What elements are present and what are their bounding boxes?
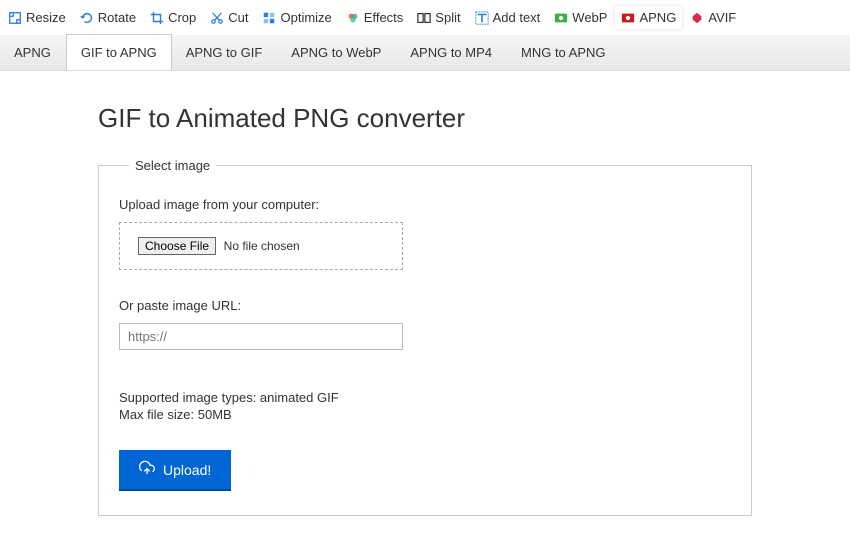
toolbar-crop[interactable]: Crop [144,6,202,29]
crop-icon [150,11,164,25]
toolbar-resize[interactable]: Resize [2,6,72,29]
toolbar-label: Add text [493,10,541,25]
nav-tab-1[interactable]: GIF to APNG [66,34,172,70]
text-icon [475,11,489,25]
resize-icon [8,11,22,25]
content-area: GIF to Animated PNG converter Select ima… [0,71,850,536]
toolbar-label: Crop [168,10,196,25]
fieldset-legend: Select image [129,158,216,173]
choose-file-button[interactable]: Choose File [138,237,216,255]
avif-icon [690,11,704,25]
toolbar-label: Resize [26,10,66,25]
optimize-icon [262,11,276,25]
toolbar-text[interactable]: Add text [469,6,547,29]
nav-tab-3[interactable]: APNG to WebP [277,35,396,70]
page-title: GIF to Animated PNG converter [98,103,752,134]
effects-icon [346,11,360,25]
toolbar-split[interactable]: Split [411,6,466,29]
apng-icon [621,11,635,25]
file-upload-box: Choose File No file chosen [119,222,403,270]
upload-button[interactable]: Upload! [119,450,231,491]
toolbar-label: Rotate [98,10,136,25]
toolbar-label: Optimize [280,10,331,25]
upload-button-label: Upload! [163,462,211,478]
toolbar-cut[interactable]: Cut [204,6,254,29]
upload-label: Upload image from your computer: [119,197,731,212]
main-toolbar: Resize Rotate Crop Cut Optimize Effects Split A… [0,0,850,35]
toolbar-optimize[interactable]: Optimize [256,6,337,29]
split-icon [417,11,431,25]
toolbar-label: Cut [228,10,248,25]
toolbar-rotate[interactable]: Rotate [74,6,142,29]
nav-tab-0[interactable]: APNG [0,35,66,70]
no-file-text: No file chosen [224,239,300,253]
url-input[interactable] [119,323,403,350]
select-image-fieldset: Select image Upload image from your comp… [98,158,752,516]
toolbar-effects[interactable]: Effects [340,6,410,29]
cut-icon [210,11,224,25]
supported-types-text: Supported image types: animated GIF [119,390,731,405]
toolbar-label: Split [435,10,460,25]
nav-tab-2[interactable]: APNG to GIF [172,35,278,70]
toolbar-apng[interactable]: APNG [615,6,682,29]
upload-cloud-icon [139,460,155,479]
toolbar-label: Effects [364,10,404,25]
toolbar-label: AVIF [708,10,736,25]
url-label: Or paste image URL: [119,298,731,313]
nav-tab-4[interactable]: APNG to MP4 [396,35,507,70]
nav-tabs: APNGGIF to APNGAPNG to GIFAPNG to WebPAP… [0,35,850,71]
toolbar-label: APNG [639,10,676,25]
toolbar-avif[interactable]: AVIF [684,6,742,29]
nav-tab-5[interactable]: MNG to APNG [507,35,621,70]
webp-icon [554,11,568,25]
rotate-icon [80,11,94,25]
max-size-text: Max file size: 50MB [119,407,731,422]
toolbar-webp[interactable]: WebP [548,6,613,29]
toolbar-label: WebP [572,10,607,25]
